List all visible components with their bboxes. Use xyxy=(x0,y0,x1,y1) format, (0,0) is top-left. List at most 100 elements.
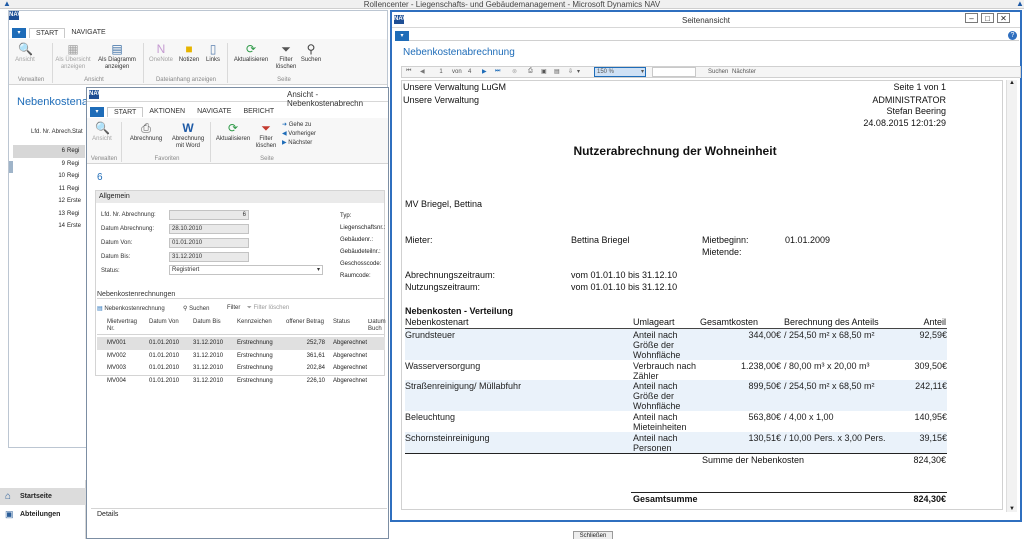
list-item[interactable]: 14 Erste xyxy=(13,220,85,233)
list-item[interactable]: 9 Regi xyxy=(13,158,85,171)
links-button[interactable]: ▯ Links xyxy=(203,42,223,64)
report-search-input[interactable] xyxy=(652,67,696,77)
minimize-button[interactable]: ‒ xyxy=(965,13,978,23)
goto-button[interactable]: ➜ Gehe zu xyxy=(282,121,316,130)
print-icon[interactable]: ⎙ xyxy=(528,68,533,75)
status-select[interactable]: Registriert ▾ xyxy=(169,265,323,275)
distribution-rows: Grundsteuer Anteil nach Größe der Wohnflä… xyxy=(405,329,947,453)
help-icon[interactable]: ? xyxy=(1008,31,1017,40)
page-setup-icon[interactable]: ▤ xyxy=(554,68,560,75)
previous-button[interactable]: ◀ Vorheriger xyxy=(282,130,316,139)
details-factbox[interactable]: Details xyxy=(91,508,387,520)
search-button[interactable]: ⚲ Suchen xyxy=(299,42,323,64)
table-row[interactable]: MV002 01.01.2010 31.12.2010 Erstrechnung 361… xyxy=(97,350,385,363)
view-button[interactable]: 🔍 Ansicht xyxy=(91,121,113,143)
report-cell-berechnung: / 10,00 Pers. x 3,00 Pers. xyxy=(784,433,886,443)
preview-menu-bar: ▾ ? xyxy=(395,31,1019,41)
tab-start[interactable]: START xyxy=(29,27,66,38)
prev-page-icon[interactable]: ◀ xyxy=(420,68,425,75)
sub-search-action[interactable]: ⚲ Suchen xyxy=(183,305,209,312)
general-header[interactable]: Allgemein xyxy=(96,191,384,203)
clear-filter-button[interactable]: ⏷ Filter löschen xyxy=(253,121,279,150)
list-item[interactable]: 10 Regi xyxy=(13,170,85,183)
table-cell-bis: 31.12.2010 xyxy=(193,377,224,384)
tab-navigate[interactable]: NAVIGATE xyxy=(191,107,237,116)
abrechnung-button[interactable]: ⎙ Abrechnung xyxy=(127,121,165,143)
preview-app-menu[interactable]: ▾ xyxy=(395,31,409,41)
report-scrollbar[interactable]: ▲ ▼ xyxy=(1006,80,1017,512)
table-row[interactable]: MV001 01.01.2010 31.12.2010 Erstrechnung 252… xyxy=(97,337,385,350)
last-page-icon[interactable]: ⏭ xyxy=(495,68,500,75)
field-nr[interactable]: 6 xyxy=(169,210,249,220)
close-button[interactable]: Schließen xyxy=(573,531,613,539)
ribbon-divider xyxy=(52,43,53,83)
notes-icon: ■ xyxy=(185,42,193,56)
col-datum-von[interactable]: Datum Von xyxy=(149,319,179,325)
col-kennzeichen[interactable]: Kennzeichen xyxy=(237,319,272,325)
onenote-button[interactable]: N OneNote xyxy=(146,42,176,64)
export-icon[interactable]: ⇩ xyxy=(568,68,573,75)
report-search-button[interactable]: Suchen xyxy=(708,69,728,75)
clear-filter-button[interactable]: ⏷ Filter löschen xyxy=(273,42,299,71)
notes-button[interactable]: ■ Notizen xyxy=(177,42,201,64)
view-button[interactable]: 🔍 Ansicht xyxy=(14,42,36,64)
table-row[interactable]: MV003 01.01.2010 31.12.2010 Erstrechnung 202… xyxy=(97,362,385,375)
report-cell-gesamt: 899,50€ xyxy=(748,381,781,391)
field-datum-bis[interactable]: 31.12.2010 xyxy=(169,252,249,262)
list-item[interactable]: 13 Regi xyxy=(13,208,85,221)
col-offener-betrag[interactable]: offener Betrag xyxy=(286,319,324,325)
col-header-status[interactable]: Stat xyxy=(72,129,83,135)
list-item-nr: 12 xyxy=(58,198,65,204)
col-status[interactable]: Status xyxy=(333,319,350,325)
tab-start[interactable]: START xyxy=(107,106,144,117)
sub-filter-action[interactable]: Filter xyxy=(227,305,240,311)
table-cell-kz: Erstrechnung xyxy=(237,340,273,346)
refresh-button[interactable]: ⟳ Aktualisieren xyxy=(231,42,271,64)
table-row[interactable]: MV004 01.01.2010 31.12.2010 Erstrechnung 226… xyxy=(97,375,385,388)
table-cell-bis: 31.12.2010 xyxy=(193,365,224,371)
abrechnung-word-label: Abrechnung mit Word xyxy=(171,136,205,149)
scroll-up-icon[interactable]: ▲ xyxy=(1009,80,1015,86)
page-input[interactable]: 1 xyxy=(434,69,448,75)
nav-home[interactable]: ⌂ Startseite xyxy=(0,488,86,505)
export-dropdown-icon[interactable]: ▾ xyxy=(577,68,580,75)
sub-clear-filter-action[interactable]: ⏷ Filter löschen xyxy=(247,305,289,312)
rolecenter-ribbon-tabs: ▾ START NAVIGATE xyxy=(9,27,387,38)
stop-icon[interactable]: ⊗ xyxy=(512,68,517,75)
next-button[interactable]: ▶ Nächster xyxy=(282,139,316,148)
maximize-button[interactable]: □ xyxy=(981,13,994,23)
scroll-down-icon[interactable]: ▼ xyxy=(1009,506,1015,512)
list-item[interactable]: 6 Regi xyxy=(13,145,85,158)
list-item[interactable]: 11 Regi xyxy=(13,183,85,196)
list-item[interactable]: 12 Erste xyxy=(13,195,85,208)
col-datum-bis[interactable]: Datum Bis xyxy=(193,319,221,325)
field-datum-von[interactable]: 01.01.2010 xyxy=(169,238,249,248)
tab-navigate[interactable]: NAVIGATE xyxy=(65,28,111,37)
show-as-list-button[interactable]: ▦ Als Übersicht anzeigen xyxy=(55,42,91,71)
record-titlebar: NAV Ansicht - Nebenkostenabrechn xyxy=(87,88,388,108)
table-cell-status: Abgerechnet xyxy=(333,377,368,384)
nav-home-label: Startseite xyxy=(20,493,52,500)
zoom-select[interactable]: 150 % ▾ xyxy=(594,67,646,77)
word-icon: W xyxy=(182,121,194,135)
tab-aktionen[interactable]: AKTIONEN xyxy=(143,107,191,116)
print-layout-icon[interactable]: ▣ xyxy=(541,68,547,75)
next-page-icon[interactable]: ▶ xyxy=(482,68,487,75)
col-header-nr[interactable]: Lfd. Nr. Abrech... xyxy=(31,129,76,135)
abrechnung-word-button[interactable]: W Abrechnung mit Word xyxy=(167,121,209,150)
tab-bericht[interactable]: BERICHT xyxy=(237,107,280,116)
app-menu-button[interactable]: ▾ xyxy=(12,27,26,38)
field-datum-abrechnung[interactable]: 28.10.2010 xyxy=(169,224,249,234)
first-page-icon[interactable]: ⏮ xyxy=(406,68,411,75)
links-label: Links xyxy=(205,57,220,63)
record-app-menu[interactable]: ▾ xyxy=(90,106,104,117)
col-mietvertrag[interactable]: Mietvertrag Nr. xyxy=(107,319,137,333)
close-window-button[interactable]: ✕ xyxy=(997,13,1010,23)
report-next-button[interactable]: Nächster xyxy=(732,69,756,75)
col-datum-buch[interactable]: Datum Buch xyxy=(368,319,386,333)
nebenkostenrechnung-action[interactable]: ▤ Nebenkostenrechnung xyxy=(97,305,165,312)
chart-icon: ▤ xyxy=(111,42,123,56)
nav-departments[interactable]: ▣ Abteilungen xyxy=(0,507,86,522)
refresh-button[interactable]: ⟳ Aktualisieren xyxy=(213,121,253,143)
show-as-chart-button[interactable]: ▤ Als Diagramm anzeigen xyxy=(95,42,139,71)
